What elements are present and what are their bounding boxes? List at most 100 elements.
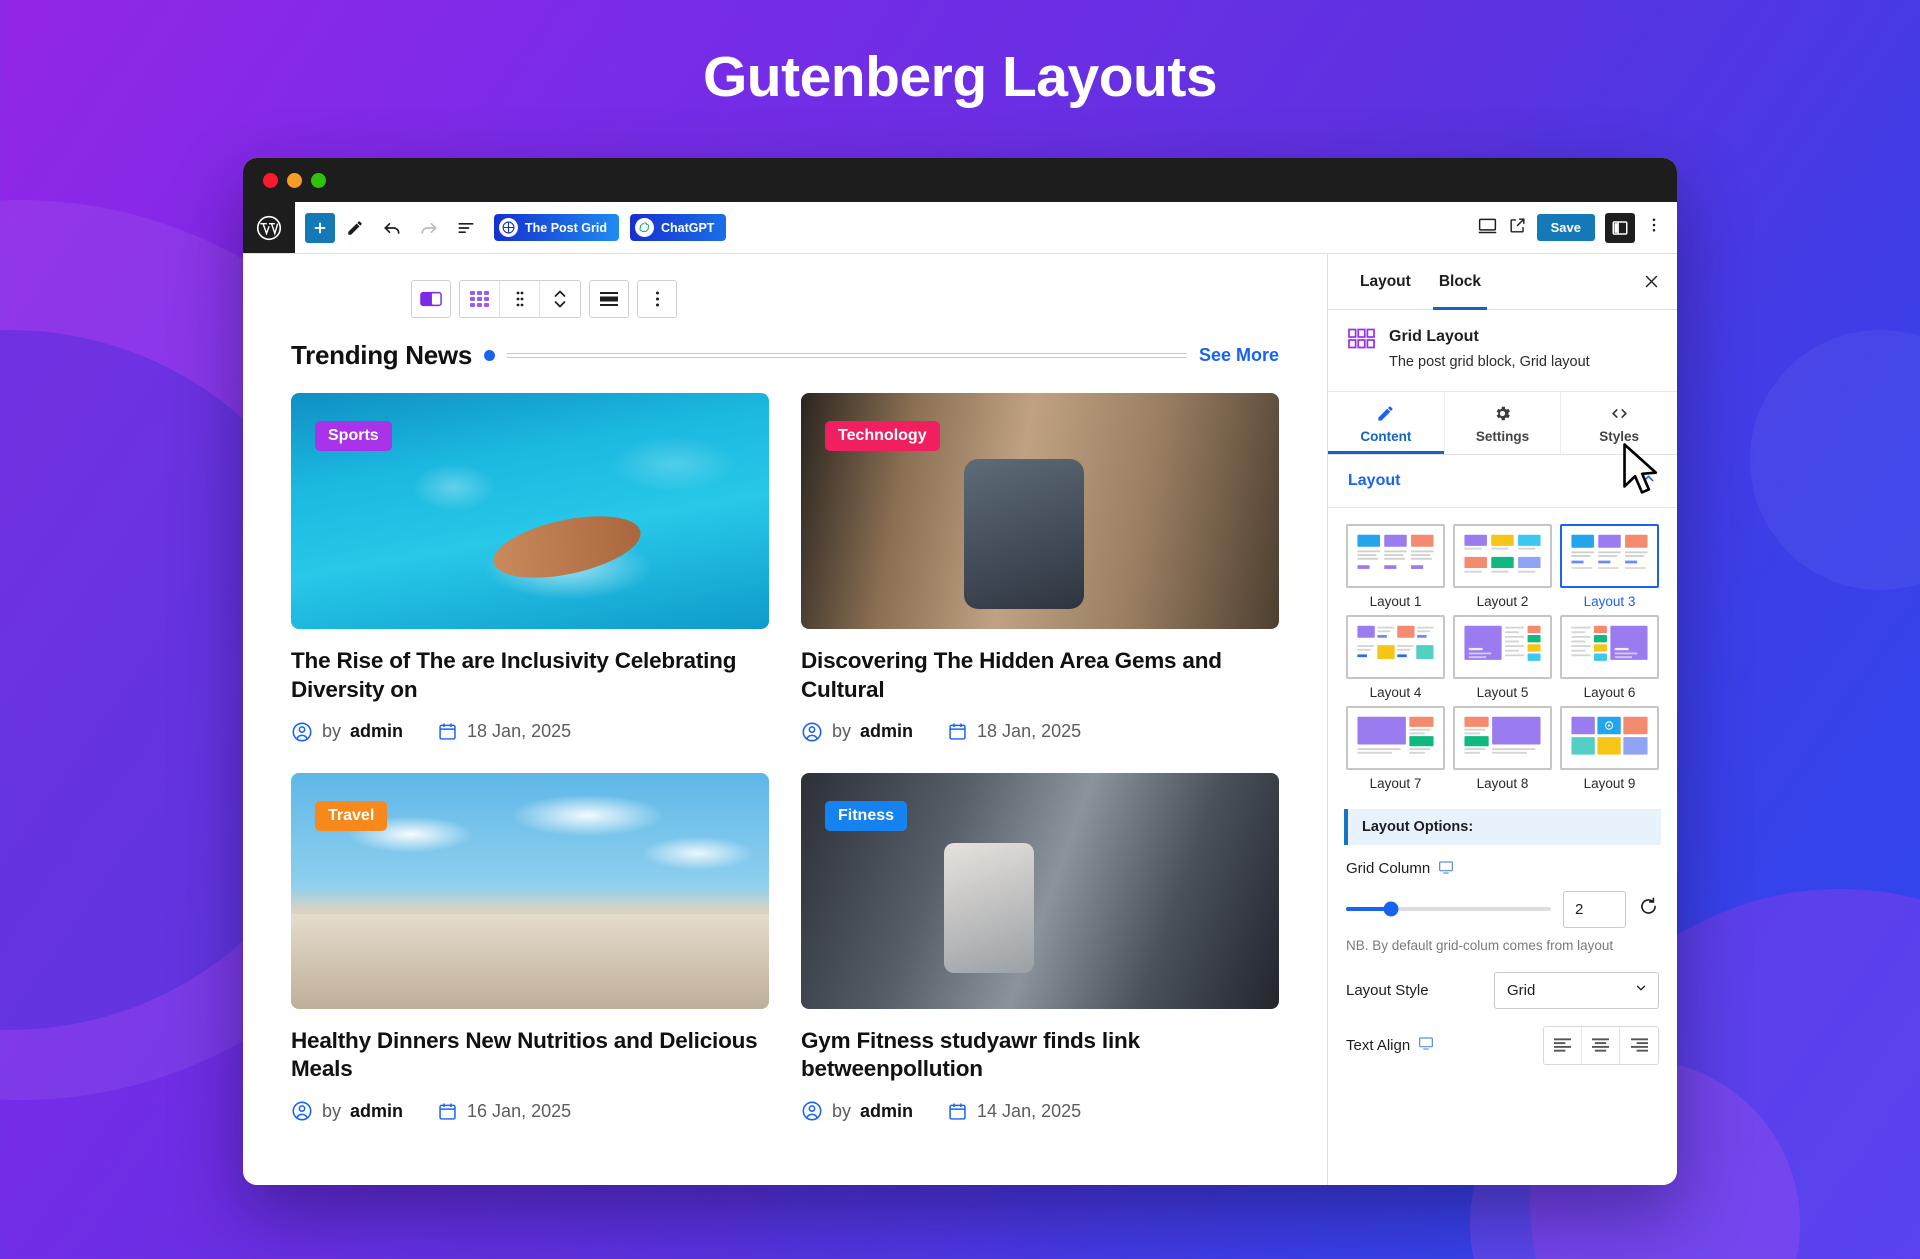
post-title[interactable]: Gym Fitness studyawr finds link betweenp… — [801, 1027, 1279, 1085]
category-badge[interactable]: Technology — [825, 421, 940, 451]
layout-accordion-title: Layout — [1348, 471, 1401, 489]
add-block-button[interactable] — [305, 212, 335, 243]
post-card[interactable]: Travel Healthy Dinners New Nutritios and… — [291, 772, 769, 1123]
move-updown-icon[interactable] — [540, 281, 580, 317]
post-thumbnail[interactable]: Technology — [801, 393, 1279, 629]
the-post-grid-button[interactable]: The Post Grid — [494, 214, 619, 241]
align-left-icon[interactable] — [1544, 1026, 1582, 1064]
align-icon[interactable] — [589, 280, 629, 318]
undo-icon[interactable] — [375, 211, 409, 245]
pencil-icon — [1328, 404, 1444, 424]
subtab-settings-label: Settings — [1475, 428, 1530, 444]
post-thumbnail[interactable]: Travel — [291, 772, 769, 1009]
post-thumbnail[interactable]: Sports — [291, 393, 769, 629]
close-icon[interactable] — [1633, 264, 1669, 300]
layout-thumbnail[interactable] — [1346, 705, 1445, 770]
layout-label: Layout 5 — [1476, 684, 1529, 700]
see-more-link[interactable]: See More — [1199, 345, 1279, 366]
layout-option-1[interactable]: Layout 1 — [1346, 523, 1445, 609]
block-more-icon[interactable] — [637, 280, 677, 318]
subtab-settings[interactable]: Settings — [1445, 391, 1562, 454]
post-meta: by admin 14 Jan, 2025 — [801, 1100, 1279, 1122]
block-info: Grid Layout The post grid block, Grid la… — [1328, 310, 1677, 392]
subtab-content[interactable]: Content — [1328, 391, 1445, 454]
user-icon — [292, 722, 312, 742]
post-title[interactable]: Discovering The Hidden Area Gems and Cul… — [801, 647, 1279, 705]
post-title[interactable]: Healthy Dinners New Nutritios and Delici… — [291, 1027, 769, 1085]
layout-option-2[interactable]: Layout 2 — [1453, 523, 1552, 609]
reset-icon[interactable] — [1638, 896, 1659, 922]
align-center-icon[interactable] — [1582, 1026, 1620, 1064]
wordpress-icon[interactable] — [243, 202, 295, 253]
category-badge[interactable]: Sports — [315, 421, 392, 451]
layout-thumbnail[interactable] — [1346, 614, 1445, 679]
redo-icon[interactable] — [412, 211, 446, 245]
grid-column-input[interactable]: 2 — [1563, 890, 1626, 928]
block-toolbar — [411, 280, 1279, 318]
date-text: 18 Jan, 2025 — [467, 721, 572, 742]
save-button[interactable]: Save — [1536, 214, 1595, 241]
section-divider — [507, 353, 1187, 358]
author-prefix: by — [832, 721, 852, 742]
desktop-icon[interactable] — [1418, 1035, 1434, 1055]
layout-style-label: Layout Style — [1346, 981, 1429, 999]
minimize-window-button[interactable] — [287, 172, 302, 188]
external-link-icon[interactable] — [1508, 216, 1527, 240]
desktop-icon[interactable] — [1438, 859, 1454, 879]
desktop-preview-icon[interactable] — [1477, 215, 1498, 241]
layout-thumbnail[interactable] — [1560, 614, 1659, 679]
post-title[interactable]: The Rise of The are Inclusivity Celebrat… — [291, 647, 769, 705]
layout-thumbnail[interactable] — [1453, 523, 1552, 588]
sidebar-toggle-icon[interactable] — [1605, 212, 1635, 243]
editor-canvas: Trending News See More Sports The Rise o… — [243, 254, 1327, 1185]
layout-option-6[interactable]: Layout 6 — [1560, 614, 1659, 700]
layout-option-8[interactable]: Layout 8 — [1453, 705, 1552, 791]
sidebar-subtabs: Content Settings Styles — [1328, 391, 1677, 455]
subtab-styles[interactable]: Styles — [1561, 392, 1677, 454]
edit-pencil-icon[interactable] — [338, 211, 372, 245]
list-view-icon[interactable] — [449, 211, 483, 245]
chevron-down-icon — [1634, 981, 1648, 999]
layout-label: Layout 4 — [1369, 684, 1422, 700]
layout-thumbnail[interactable] — [1453, 705, 1552, 770]
post-card[interactable]: Sports The Rise of The are Inclusivity C… — [291, 393, 769, 743]
post-thumbnail[interactable]: Fitness — [801, 772, 1279, 1009]
block-style-icon[interactable] — [411, 280, 451, 318]
close-window-button[interactable] — [263, 172, 278, 188]
chevron-up-icon[interactable] — [1640, 470, 1657, 492]
category-badge[interactable]: Travel — [315, 800, 388, 831]
page-title: Gutenberg Layouts — [702, 45, 1218, 109]
tab-block[interactable]: Block — [1425, 254, 1495, 310]
more-options-icon[interactable] — [1645, 216, 1663, 239]
author-name: admin — [860, 1100, 914, 1121]
layout-thumbnail[interactable] — [1453, 614, 1552, 679]
layout-thumbnail[interactable] — [1560, 705, 1659, 770]
grid-column-label-row: Grid Column — [1346, 859, 1659, 879]
post-meta: by admin 18 Jan, 2025 — [291, 721, 769, 743]
layout-accordion-header[interactable]: Layout — [1328, 455, 1677, 508]
layout-thumbnail[interactable] — [1346, 523, 1445, 588]
slider-knob[interactable] — [1383, 901, 1399, 917]
align-right-icon[interactable] — [1620, 1026, 1658, 1064]
layout-option-7[interactable]: Layout 7 — [1346, 705, 1445, 791]
layout-label: Layout 2 — [1476, 593, 1529, 609]
layout-option-9[interactable]: Layout 9 — [1560, 705, 1659, 791]
maximize-window-button[interactable] — [311, 172, 326, 188]
chatgpt-button[interactable]: ChatGPT — [629, 214, 727, 241]
post-card[interactable]: Fitness Gym Fitness studyawr finds link … — [801, 772, 1279, 1123]
grid-column-slider[interactable] — [1346, 901, 1551, 917]
layout-option-5[interactable]: Layout 5 — [1453, 614, 1552, 700]
layout-thumbnail[interactable] — [1560, 523, 1659, 588]
layout-option-3[interactable]: Layout 3 — [1560, 523, 1659, 609]
user-icon — [802, 1101, 822, 1121]
post-card[interactable]: Technology Discovering The Hidden Area G… — [801, 393, 1279, 743]
drag-handle-icon[interactable] — [500, 281, 540, 317]
post-author: by admin — [291, 721, 403, 743]
layout-style-select[interactable]: Grid — [1494, 971, 1659, 1009]
category-badge[interactable]: Fitness — [825, 800, 908, 831]
settings-sidebar: Layout Block Grid Layout The post grid b… — [1327, 254, 1677, 1185]
tab-layout[interactable]: Layout — [1346, 254, 1425, 310]
layout-label: Layout 9 — [1583, 775, 1636, 791]
layout-option-4[interactable]: Layout 4 — [1346, 614, 1445, 700]
post-grid-icon[interactable] — [460, 281, 500, 317]
